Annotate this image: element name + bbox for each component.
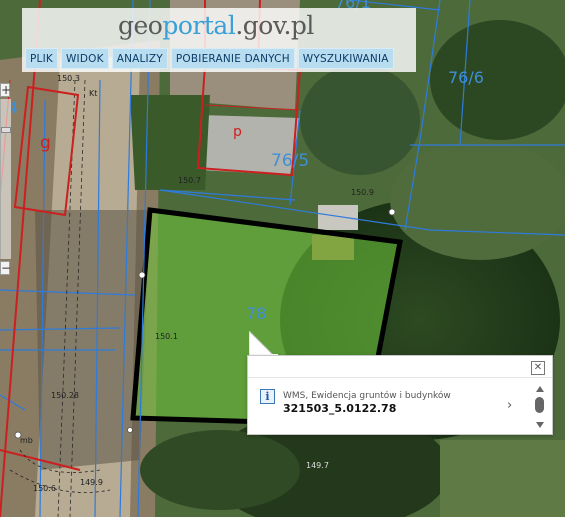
building-label-g: g	[40, 133, 51, 153]
elevation-label: 149.7	[306, 461, 329, 470]
zoom-slider[interactable]	[0, 99, 11, 259]
menu-item-widok[interactable]: WIDOK	[60, 48, 109, 69]
parcel-label-76-6: 76/6	[448, 68, 484, 87]
logo-part-portal: portal	[162, 11, 236, 40]
elevation-label: 150.28	[51, 391, 79, 400]
map-small-label: Kt	[89, 89, 98, 98]
zoom-control[interactable]: + −	[0, 83, 11, 278]
logo-part-geo: geo	[118, 11, 163, 40]
logo-part-domain: .gov.pl	[235, 11, 314, 40]
scroll-up-icon[interactable]	[536, 386, 544, 392]
menu-item-analizy[interactable]: ANALIZY	[111, 48, 168, 69]
app-header: geoportal.gov.pl PLIK WIDOK ANALIZY POBI…	[22, 8, 416, 72]
parcel-id-value: 321503_5.0122.78	[283, 402, 397, 415]
parcel-label-78: 78	[246, 304, 267, 323]
map-small-label: mb	[20, 436, 33, 445]
scroll-down-icon[interactable]	[536, 422, 544, 428]
zoom-in-button[interactable]: +	[0, 83, 11, 97]
popup-scrollbar[interactable]	[534, 384, 546, 432]
popup-pointer	[249, 331, 278, 357]
popup-source-label: WMS, Ewidencja gruntów i budynków	[283, 391, 451, 401]
elevation-label: 149.9	[80, 478, 103, 487]
elevation-label: 150.1	[155, 332, 178, 341]
menu-item-wyszukiwania[interactable]: WYSZUKIWANIA	[297, 48, 394, 69]
feature-info-popup: ✕ i WMS, Ewidencja gruntów i budynków 32…	[247, 355, 553, 435]
menu-item-pobieranie-danych[interactable]: POBIERANIE DANYCH	[170, 48, 295, 69]
menu-item-plik[interactable]: PLIK	[25, 48, 58, 69]
tree-cluster	[300, 65, 420, 175]
main-menu: PLIK WIDOK ANALIZY POBIERANIE DANYCH WYS…	[25, 48, 394, 69]
zoom-slider-handle[interactable]	[1, 127, 11, 133]
close-icon[interactable]: ✕	[531, 361, 545, 375]
elevation-label: 150.7	[178, 176, 201, 185]
elevation-label: 150.6	[33, 484, 56, 493]
parcel-label-76-5: 76/5	[271, 151, 310, 171]
elevation-label: 150.3	[57, 74, 80, 83]
field-patch	[440, 440, 565, 517]
shed-light	[318, 205, 358, 230]
road-shadow	[35, 210, 150, 470]
popup-divider	[248, 377, 552, 378]
building-label-p: p	[233, 124, 242, 140]
map-view[interactable]: 78 76/5 76/6 76/1 4 g p 150.3 150.7 150.…	[0, 0, 565, 517]
elevation-label: 150.9	[351, 188, 374, 197]
tree-cluster	[390, 140, 565, 260]
info-icon: i	[260, 389, 275, 404]
scroll-thumb[interactable]	[535, 397, 544, 413]
logo[interactable]: geoportal.gov.pl	[118, 11, 314, 40]
zoom-out-button[interactable]: −	[0, 261, 11, 275]
tree-cluster	[140, 430, 300, 510]
chevron-right-icon[interactable]: ›	[507, 398, 512, 413]
